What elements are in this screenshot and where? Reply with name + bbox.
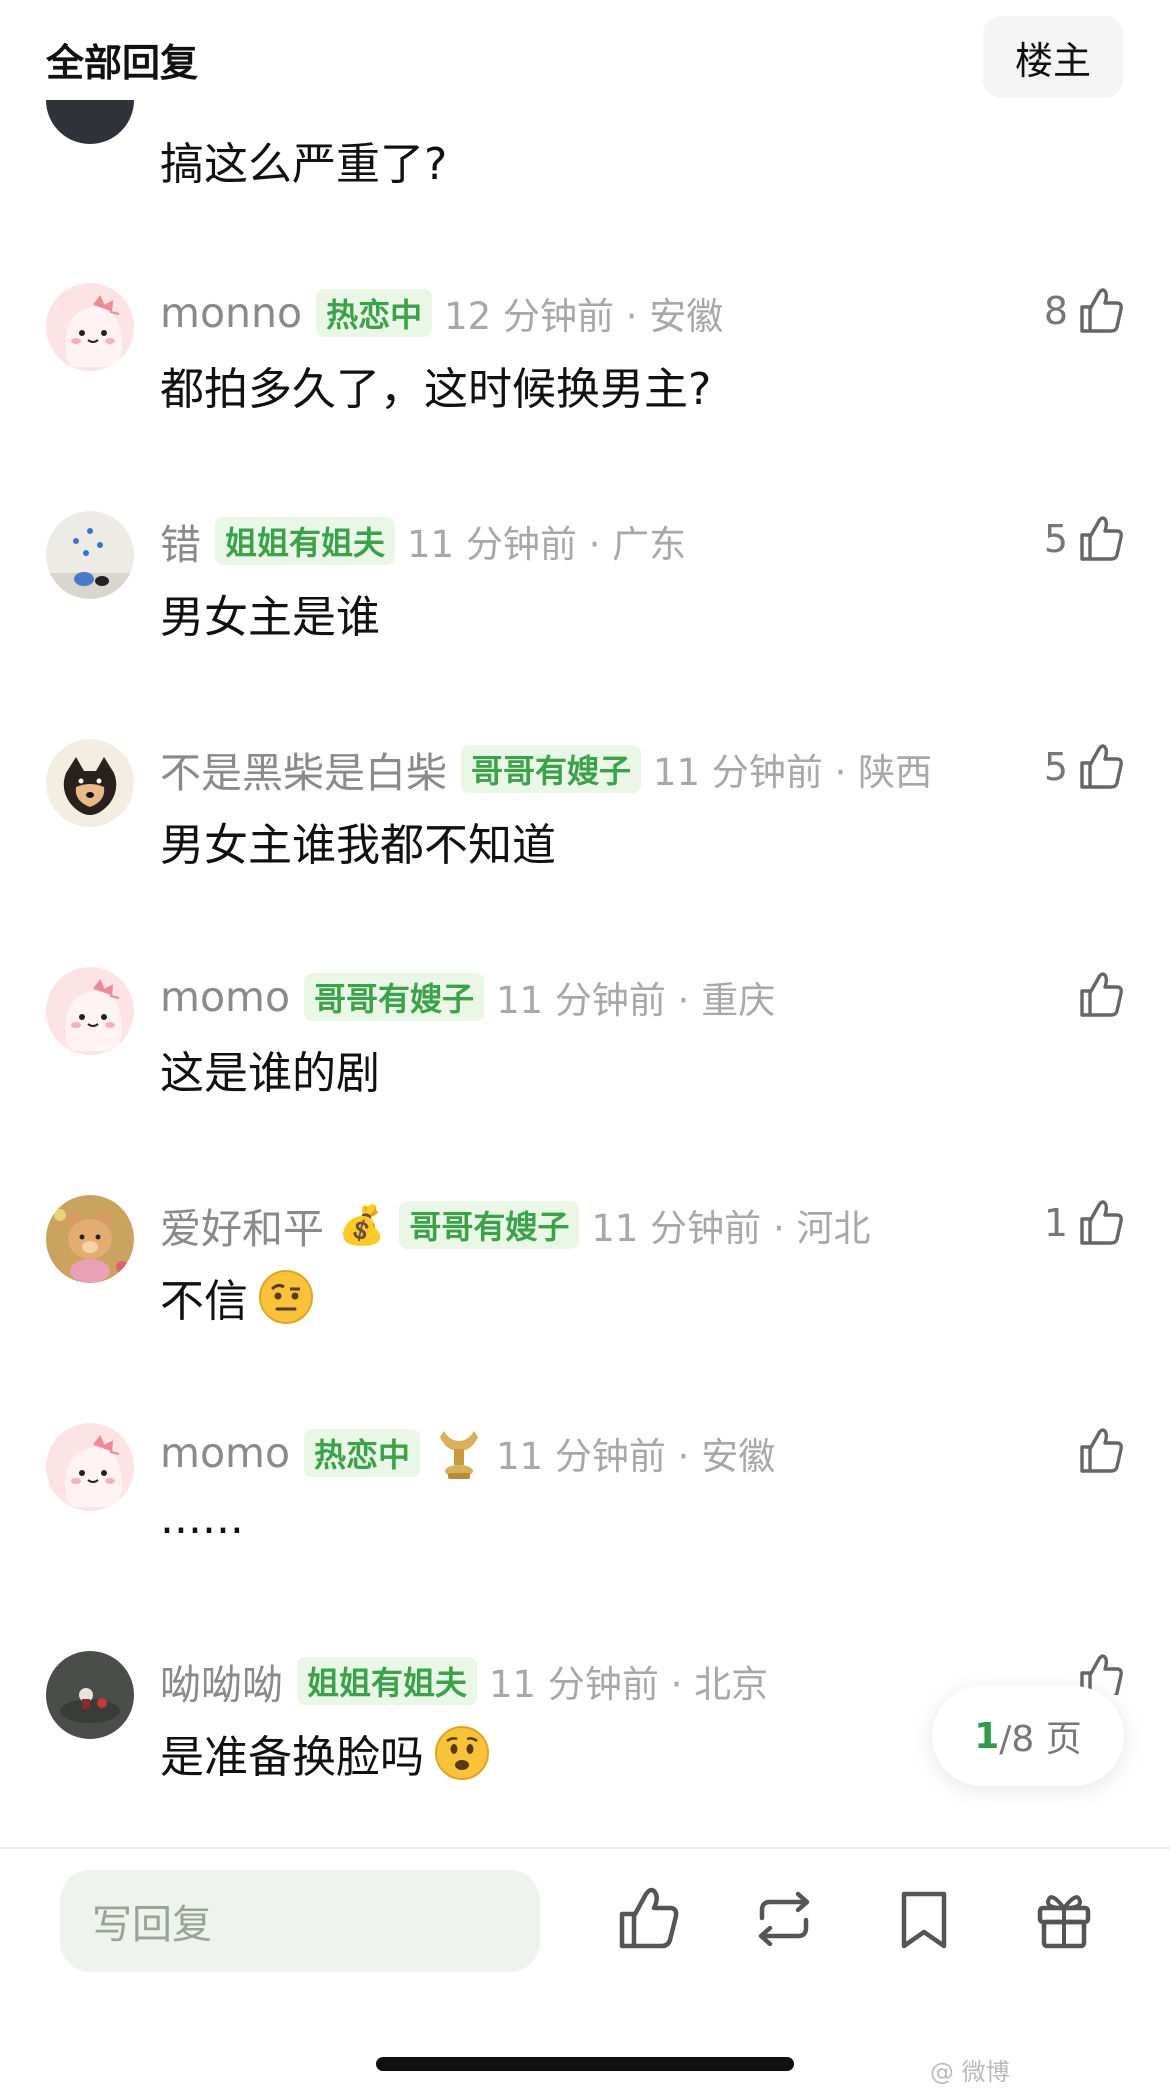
current-page: 1 bbox=[974, 1715, 1000, 1757]
reply-input[interactable]: 写回复 bbox=[60, 1870, 540, 1972]
frowning-face-icon bbox=[435, 1726, 489, 1780]
username[interactable]: 不是黑柴是白柴 bbox=[160, 739, 447, 799]
like-icon[interactable] bbox=[616, 1884, 680, 1954]
comment-row: 爱好和平 💰 哥哥有嫂子 11 分钟前 · 河北 1 不信 bbox=[0, 1195, 1170, 1395]
divider bbox=[0, 1847, 1170, 1849]
golden-trophy-icon bbox=[440, 1431, 479, 1479]
username[interactable]: 爱好和平 bbox=[160, 1195, 324, 1255]
avatar[interactable] bbox=[46, 283, 134, 371]
like-count: 5 bbox=[1043, 517, 1068, 561]
timestamp-location: 11 分钟前 · 北京 bbox=[489, 1663, 769, 1706]
like-count: 5 bbox=[1043, 745, 1068, 789]
comment-text-line: 是准备换脸吗 bbox=[160, 1721, 490, 1785]
header: 全部回复 楼主 bbox=[0, 0, 1170, 118]
comment-text: 男女主是谁 bbox=[160, 592, 380, 643]
timestamp-location: 11 分钟前 · 广东 bbox=[407, 523, 687, 566]
timestamp-location: 11 分钟前 · 重庆 bbox=[496, 979, 776, 1022]
comment-text-line: 不信 bbox=[160, 1265, 314, 1329]
fan-badge[interactable]: 热恋中 bbox=[316, 289, 433, 337]
page-title: 全部回复 bbox=[46, 41, 199, 85]
like-button[interactable]: 8 bbox=[1044, 283, 1124, 339]
avatar[interactable] bbox=[46, 100, 134, 144]
avatar[interactable] bbox=[46, 739, 134, 827]
like-count: 1 bbox=[1043, 1201, 1068, 1245]
home-indicator[interactable] bbox=[376, 2057, 794, 2071]
watermark: @ 微博 bbox=[930, 2058, 1010, 2086]
thumbs-up-icon bbox=[1080, 1200, 1123, 1245]
op-only-button[interactable]: 楼主 bbox=[983, 16, 1123, 98]
comment-text: 不信 bbox=[160, 1276, 248, 1327]
like-button[interactable] bbox=[1076, 1423, 1124, 1479]
comment-text: 是准备换脸吗 bbox=[160, 1732, 424, 1783]
timestamp-location: 11 分钟前 · 安徽 bbox=[496, 1435, 776, 1478]
fan-badge[interactable]: 姐姐有姐夫 bbox=[215, 517, 396, 565]
thumbs-up-icon bbox=[1080, 972, 1123, 1017]
username[interactable]: momo bbox=[160, 1429, 290, 1477]
thumbs-up-icon bbox=[1080, 744, 1123, 789]
gift-icon[interactable] bbox=[1032, 1884, 1096, 1954]
total-pages: /8 页 bbox=[999, 1719, 1082, 1760]
raised-eyebrow-face-icon bbox=[259, 1270, 313, 1324]
avatar[interactable] bbox=[46, 1195, 134, 1283]
comment-text: 都拍多久了，这时候换男主? bbox=[160, 364, 712, 415]
username[interactable]: monno bbox=[160, 289, 302, 337]
like-count: 8 bbox=[1043, 289, 1068, 333]
avatar[interactable] bbox=[46, 1423, 134, 1511]
like-button[interactable]: 5 bbox=[1044, 511, 1124, 567]
comment-row: 不是黑柴是白柴 哥哥有嫂子 11 分钟前 · 陕西 5 男女主谁我都不知道 bbox=[0, 739, 1170, 939]
like-button[interactable]: 5 bbox=[1044, 739, 1124, 795]
fan-badge[interactable]: 姐姐有姐夫 bbox=[297, 1657, 478, 1705]
avatar[interactable] bbox=[46, 1651, 134, 1739]
username[interactable]: 呦呦呦 bbox=[160, 1651, 283, 1711]
fan-badge[interactable]: 热恋中 bbox=[304, 1429, 421, 1477]
comment-row: momo 热恋中 11 分钟前 · 安徽 ...... bbox=[0, 1423, 1170, 1623]
comment-row: 错 姐姐有姐夫 11 分钟前 · 广东 5 男女主是谁 bbox=[0, 511, 1170, 711]
page-indicator[interactable]: 1 /8 页 bbox=[932, 1686, 1124, 1786]
fan-badge[interactable]: 哥哥有嫂子 bbox=[399, 1201, 580, 1249]
repost-icon[interactable] bbox=[752, 1884, 816, 1954]
avatar[interactable] bbox=[46, 511, 134, 599]
avatar[interactable] bbox=[46, 967, 134, 1055]
money-bag-icon: 💰 bbox=[338, 1202, 386, 1247]
fan-badge[interactable]: 哥哥有嫂子 bbox=[304, 973, 485, 1021]
thumbs-up-icon bbox=[1080, 288, 1123, 333]
thumbs-up-icon bbox=[1080, 516, 1123, 561]
like-button[interactable] bbox=[1076, 967, 1124, 1023]
comment-text: 搞这么严重了? bbox=[160, 139, 448, 190]
fan-badge[interactable]: 哥哥有嫂子 bbox=[461, 745, 642, 793]
timestamp-location: 11 分钟前 · 陕西 bbox=[653, 751, 933, 794]
comment-row: momo 哥哥有嫂子 11 分钟前 · 重庆 这是谁的剧 bbox=[0, 967, 1170, 1167]
timestamp-location: 11 分钟前 · 河北 bbox=[591, 1207, 871, 1250]
like-button[interactable]: 1 bbox=[1044, 1195, 1124, 1251]
comment-text: 这是谁的剧 bbox=[160, 1048, 380, 1099]
thumbs-up-icon bbox=[1080, 1428, 1123, 1473]
comment-row: monno 热恋中 12 分钟前 · 安徽 8 都拍多久了，这时候换男主? bbox=[0, 283, 1170, 483]
bookmark-icon[interactable] bbox=[892, 1884, 956, 1954]
timestamp-location: 12 分钟前 · 安徽 bbox=[444, 295, 724, 338]
comment-text: 男女主谁我都不知道 bbox=[160, 820, 556, 871]
comment-text: ...... bbox=[160, 1493, 244, 1544]
username[interactable]: momo bbox=[160, 973, 290, 1021]
username[interactable]: 错 bbox=[160, 511, 201, 571]
